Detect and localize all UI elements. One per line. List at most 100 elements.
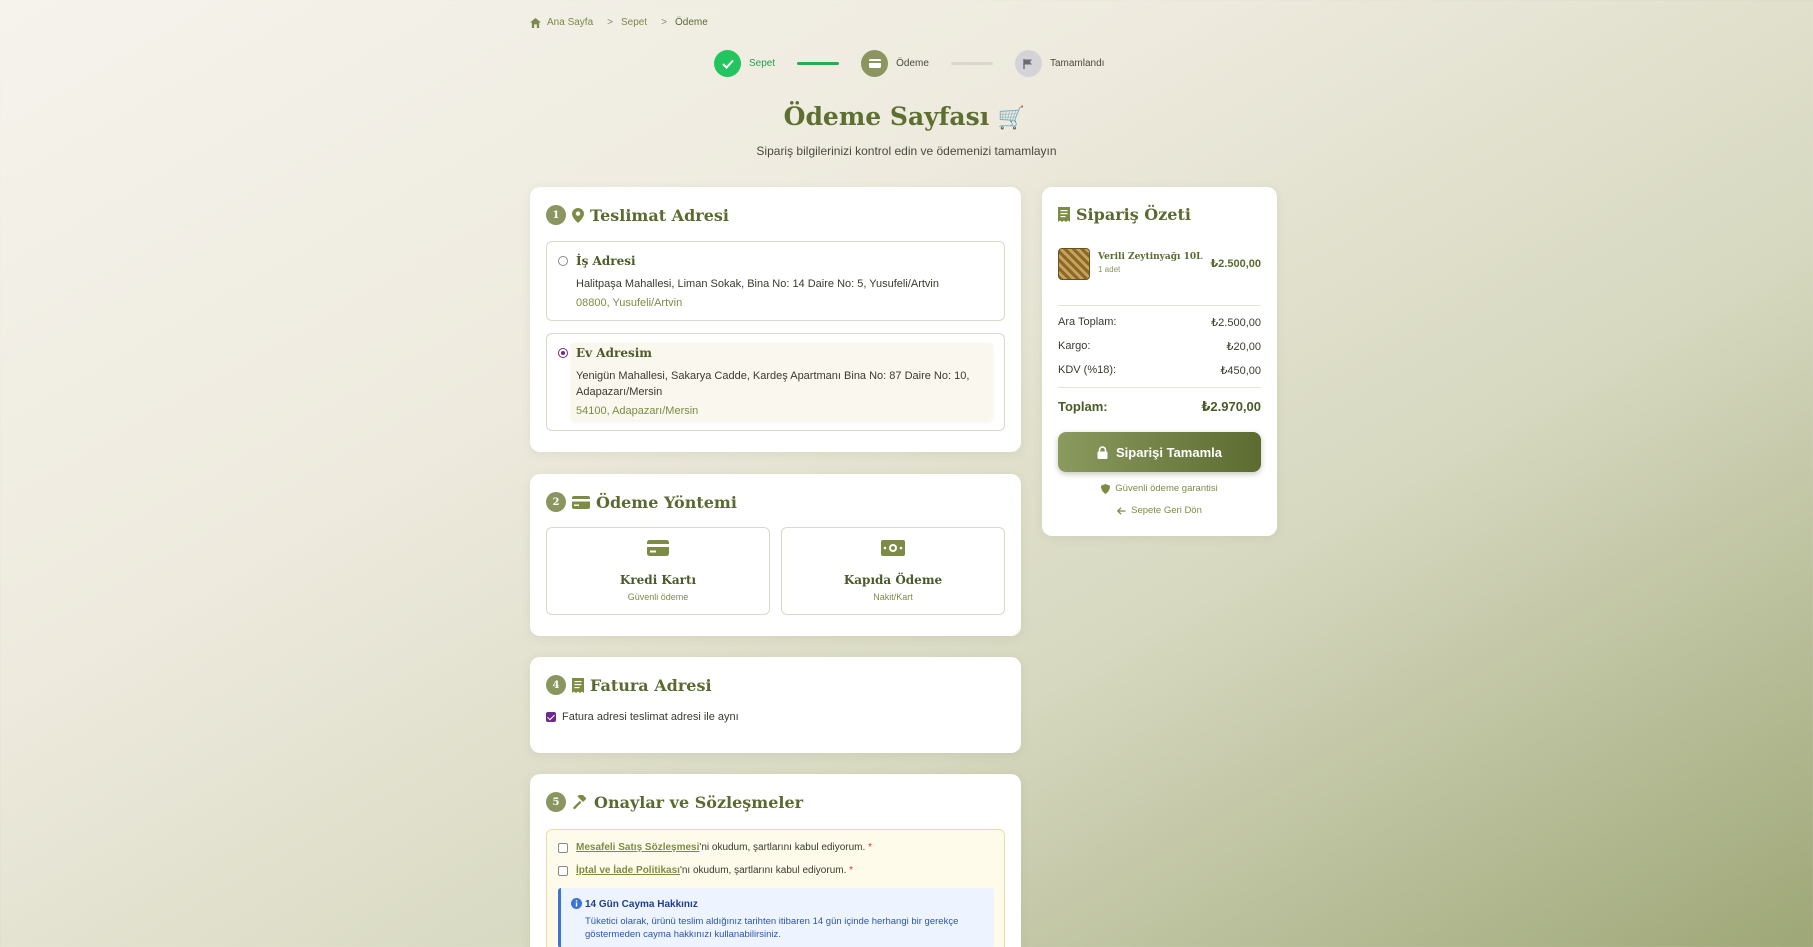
required-mark: * xyxy=(849,865,854,876)
payment-method-card: 2 Ödeme Yöntemi Kredi Kartı Güvenli ödem… xyxy=(530,474,1021,636)
step-label: Ödeme xyxy=(896,58,929,69)
subtotal-row: Ara Toplam: ₺2.500,00 xyxy=(1058,316,1261,329)
row-value: ₺2.500,00 xyxy=(1211,317,1261,329)
section-number: 1 xyxy=(546,205,566,225)
summary-product-row: Verili Zeytinyağı 10L 1 adet ₺2.500,00 xyxy=(1058,248,1261,282)
checkout-stepper: Sepet Ödeme Tamamlandı xyxy=(714,50,1104,77)
section-title: 2 Ödeme Yöntemi xyxy=(546,492,737,512)
flag-icon xyxy=(1014,50,1042,77)
section-title: 5 Onaylar ve Sözleşmeler xyxy=(546,792,803,812)
section-number: 2 xyxy=(546,492,566,512)
address-line: Halitpaşa Mahallesi, Liman Sokak, Bina N… xyxy=(576,278,939,290)
address-zip-city: 08800, Yusufeli/Artvin xyxy=(576,297,683,309)
shipping-row: Kargo: ₺20,00 xyxy=(1058,340,1261,353)
page-title: Ödeme Sayfası 🛒 xyxy=(0,102,1813,131)
required-mark: * xyxy=(868,842,872,853)
page-title-text: Ödeme Sayfası xyxy=(783,102,990,131)
shield-icon xyxy=(1101,483,1111,494)
billing-address-card: 4 Fatura Adresi Fatura adresi teslimat a… xyxy=(530,657,1021,753)
section-title: 4 Fatura Adresi xyxy=(546,675,712,695)
section-title-text: Fatura Adresi xyxy=(590,675,712,695)
section-number: 5 xyxy=(546,792,566,812)
withdrawal-info-box: 14 Gün Cayma Hakkınız Tüketici olarak, ü… xyxy=(558,888,994,947)
cash-icon xyxy=(782,540,1004,556)
summary-title: Sipariş Özeti xyxy=(1058,205,1191,224)
info-text: Tüketici olarak, ürünü teslim aldığınız … xyxy=(585,916,959,940)
section-title: 1 Teslimat Adresi xyxy=(546,205,729,225)
breadcrumb: Ana Sayfa > Sepet > Ödeme xyxy=(530,17,708,28)
secure-payment-text: Güvenli ödeme garantisi xyxy=(1115,483,1218,494)
address-radio[interactable] xyxy=(558,348,568,358)
address-option-home[interactable]: Ev Adresim Yenigün Mahallesi, Sakarya Ca… xyxy=(546,333,1005,431)
row-value: ₺450,00 xyxy=(1220,365,1261,377)
complete-order-button[interactable]: Siparişi Tamamla xyxy=(1058,432,1261,472)
agreements-box: Mesafeli Satış Sözleşmesi'ni okudum, şar… xyxy=(546,829,1005,947)
breadcrumb-current: Ödeme xyxy=(674,17,708,28)
receipt-icon xyxy=(572,677,584,693)
total-label: Toplam: xyxy=(1058,399,1108,414)
breadcrumb-home[interactable]: Ana Sayfa xyxy=(547,17,593,28)
credit-card-icon xyxy=(547,540,769,556)
chevron-right-icon: > xyxy=(607,17,613,28)
order-summary-card: Sipariş Özeti Verili Zeytinyağı 10L 1 ad… xyxy=(1042,187,1277,536)
credit-card-icon xyxy=(861,50,889,77)
info-title: 14 Gün Cayma Hakkınız xyxy=(585,899,698,910)
payment-option-credit-card[interactable]: Kredi Kartı Güvenli ödeme xyxy=(546,527,770,615)
total-row: Toplam: ₺2.970,00 xyxy=(1058,399,1261,415)
total-value: ₺2.970,00 xyxy=(1201,399,1261,414)
product-name: Verili Zeytinyağı 10L xyxy=(1098,252,1203,262)
row-label: KDV (%18): xyxy=(1058,364,1117,376)
step-label: Tamamlandı xyxy=(1049,58,1105,69)
step-connector xyxy=(797,62,840,65)
agreement-text: 'nı okudum, şartlarını kabul ediyorum. xyxy=(679,865,847,876)
section-title-text: Teslimat Adresi xyxy=(590,205,729,225)
payment-option-cash-on-delivery[interactable]: Kapıda Ödeme Nakit/Kart xyxy=(781,527,1005,615)
agreements-card: 5 Onaylar ve Sözleşmeler Mesafeli Satış … xyxy=(530,774,1021,947)
step-cart: Sepet xyxy=(714,50,775,77)
back-to-cart-text: Sepete Geri Dön xyxy=(1131,505,1202,516)
agreement-checkbox[interactable] xyxy=(558,842,568,853)
back-to-cart-link[interactable]: Sepete Geri Dön xyxy=(1042,505,1277,516)
lock-icon xyxy=(1097,445,1108,459)
row-value: ₺20,00 xyxy=(1226,341,1261,353)
agreement-text: 'ni okudum, şartlarını kabul ediyorum. xyxy=(699,842,866,853)
payment-title: Kredi Kartı xyxy=(619,573,697,587)
step-payment: Ödeme xyxy=(861,50,929,77)
section-title-text: Onaylar ve Sözleşmeler xyxy=(594,792,804,812)
step-connector xyxy=(950,62,993,65)
chevron-right-icon: > xyxy=(661,17,667,28)
check-icon xyxy=(714,50,741,77)
address-zip-city: 54100, Adapazarı/Mersin xyxy=(576,405,699,417)
billing-same-label: Fatura adresi teslimat adresi ile aynı xyxy=(562,711,739,723)
agreement-row-return-policy: İptal ve İade Politikası'nı okudum, şart… xyxy=(558,865,853,876)
delivery-address-card: 1 Teslimat Adresi İş Adresi Halitpaşa Ma… xyxy=(530,187,1021,452)
agreement-row-distance-sales: Mesafeli Satış Sözleşmesi'ni okudum, şar… xyxy=(558,842,872,853)
return-policy-link[interactable]: İptal ve İade Politikası xyxy=(576,865,680,876)
agreement-checkbox[interactable] xyxy=(558,865,568,876)
billing-same-row: Fatura adresi teslimat adresi ile aynı xyxy=(546,711,739,723)
arrow-left-icon xyxy=(1117,506,1126,515)
step-label: Sepet xyxy=(749,58,776,69)
address-name: Ev Adresim xyxy=(576,346,652,360)
address-line: Yenigün Mahallesi, Sakarya Cadde, Kardeş… xyxy=(576,370,970,398)
divider xyxy=(1058,305,1261,306)
address-radio[interactable] xyxy=(558,256,568,266)
row-label: Ara Toplam: xyxy=(1058,316,1117,328)
payment-subtitle: Nakit/Kart xyxy=(873,592,913,602)
product-price: ₺2.500,00 xyxy=(1210,258,1261,270)
product-qty: 1 adet xyxy=(1098,265,1121,274)
address-option-work[interactable]: İş Adresi Halitpaşa Mahallesi, Liman Sok… xyxy=(546,241,1005,321)
credit-card-icon xyxy=(572,495,590,509)
section-title-text: Ödeme Yöntemi xyxy=(596,492,737,512)
home-icon xyxy=(530,17,541,28)
product-thumbnail xyxy=(1058,248,1090,280)
divider xyxy=(1058,387,1261,388)
map-pin-icon xyxy=(572,207,584,223)
page-subtitle: Sipariş bilgilerinizi kontrol edin ve öd… xyxy=(756,144,1057,158)
billing-same-checkbox[interactable] xyxy=(546,712,556,722)
payment-title: Kapıda Ödeme xyxy=(843,573,943,587)
address-name: İş Adresi xyxy=(576,254,636,268)
section-number: 4 xyxy=(546,675,566,695)
distance-sales-contract-link[interactable]: Mesafeli Satış Sözleşmesi xyxy=(576,842,699,853)
breadcrumb-cart[interactable]: Sepet xyxy=(621,17,647,28)
